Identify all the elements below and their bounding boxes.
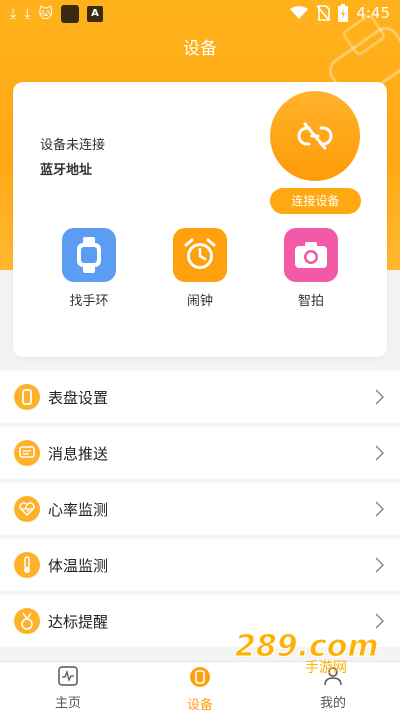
- watch-icon: [62, 228, 116, 282]
- clock-time: 4:45: [356, 4, 390, 22]
- menu-item-label: 心率监测: [48, 500, 109, 519]
- message-icon: [14, 440, 40, 466]
- no-sim-icon: [316, 5, 331, 21]
- alarm-clock-icon: [173, 228, 227, 282]
- chevron-right-icon: [375, 501, 384, 517]
- smart-shoot-button[interactable]: 智拍: [281, 228, 341, 309]
- menu-item-label: 消息推送: [48, 444, 109, 463]
- settings-menu: 表盘设置 消息推送 心率监测 体温监测 达标提醒: [0, 371, 400, 651]
- device-watch-icon: [190, 667, 210, 687]
- menu-item-watch-face[interactable]: 表盘设置: [0, 371, 400, 423]
- tab-device[interactable]: 设备: [160, 666, 240, 711]
- tab-device-label: 设备: [186, 698, 213, 711]
- device-card: 设备未连接 蓝牙地址 连接设备 找手环 闹钟 智拍: [13, 82, 387, 357]
- menu-item-heart-rate[interactable]: 心率监测: [0, 483, 400, 535]
- watermark-text: 289.com: [235, 629, 379, 664]
- bluetooth-address-label: 蓝牙地址: [40, 163, 93, 178]
- app-notification-icon: [61, 5, 80, 23]
- download-icon: ⤓: [24, 6, 31, 22]
- menu-item-temperature[interactable]: 体温监测: [0, 539, 400, 591]
- menu-item-label: 达标提醒: [48, 612, 109, 631]
- a-app-icon: A: [87, 6, 104, 22]
- wifi-icon: [290, 6, 309, 19]
- watch-face-icon: [14, 384, 40, 410]
- connect-device-button[interactable]: 连接设备: [270, 188, 361, 214]
- tab-home[interactable]: 主页: [28, 666, 108, 711]
- chevron-right-icon: [375, 557, 384, 573]
- menu-item-label: 表盘设置: [48, 388, 109, 407]
- download-icon: ⤓: [10, 6, 17, 22]
- tab-profile-label: 我的: [319, 696, 346, 711]
- alarm-button[interactable]: 闹钟: [170, 228, 230, 309]
- tab-home-label: 主页: [54, 696, 81, 711]
- site-watermark: 289.com 手游网: [235, 626, 395, 677]
- medal-icon: [14, 608, 40, 634]
- cat-app-icon: 🐱: [38, 6, 54, 22]
- battery-charging-icon: [338, 4, 349, 22]
- broken-link-icon: [297, 122, 333, 150]
- find-band-label: 找手环: [69, 294, 109, 309]
- find-band-button[interactable]: 找手环: [59, 228, 119, 309]
- menu-item-label: 体温监测: [48, 556, 109, 575]
- watermark-subtext: 手游网: [305, 660, 347, 676]
- thermometer-icon: [14, 552, 40, 578]
- disconnected-link-icon[interactable]: [270, 91, 360, 181]
- camera-icon: [284, 228, 338, 282]
- device-status: 设备未连接: [40, 138, 106, 153]
- chevron-right-icon: [375, 389, 384, 405]
- status-bar: ⤓ ⤓ 🐱 A 4:45: [0, 0, 400, 28]
- page-title: 设备: [183, 39, 217, 59]
- smart-shoot-label: 智拍: [297, 294, 324, 309]
- heart-rate-icon: [14, 496, 40, 522]
- menu-item-message-push[interactable]: 消息推送: [0, 427, 400, 479]
- chevron-right-icon: [375, 445, 384, 461]
- alarm-label: 闹钟: [186, 294, 213, 309]
- home-chart-icon: [58, 666, 78, 686]
